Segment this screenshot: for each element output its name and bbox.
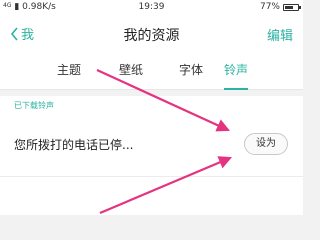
tab-themes[interactable]: 主题 bbox=[57, 61, 81, 78]
tab-ringtones[interactable]: 铃声 bbox=[224, 61, 248, 78]
section-label: 已下载铃声 bbox=[14, 101, 54, 110]
ringtone-name: 您所拨打的电话已停... bbox=[14, 138, 134, 152]
tab-wallpapers[interactable]: 壁纸 bbox=[119, 61, 143, 78]
status-right: 77% bbox=[259, 0, 301, 14]
row-divider bbox=[0, 176, 303, 177]
edit-button[interactable]: 编辑 bbox=[267, 25, 293, 44]
status-bar: 4G ▮ 0.98K/s 19:39 77% bbox=[0, 0, 303, 14]
status-time: 19:39 bbox=[138, 2, 165, 12]
list-item[interactable]: 您所拨打的电话已停... 设为 bbox=[0, 114, 303, 176]
set-as-button[interactable]: 设为 bbox=[244, 133, 288, 155]
header: 我 我的资源 编辑 bbox=[0, 14, 303, 54]
tab-bar: 主题 壁纸 字体 铃声 bbox=[0, 54, 303, 90]
page-title: 我的资源 bbox=[123, 28, 180, 44]
battery-percent: 77% bbox=[259, 2, 280, 12]
tab-fonts[interactable]: 字体 bbox=[179, 61, 203, 78]
battery-fill bbox=[285, 5, 294, 9]
screen: 4G ▮ 0.98K/s 19:39 77% 我 我的资源 编辑 主题 壁纸 字… bbox=[0, 0, 303, 215]
battery-icon bbox=[283, 3, 301, 11]
section-separator bbox=[0, 90, 303, 96]
